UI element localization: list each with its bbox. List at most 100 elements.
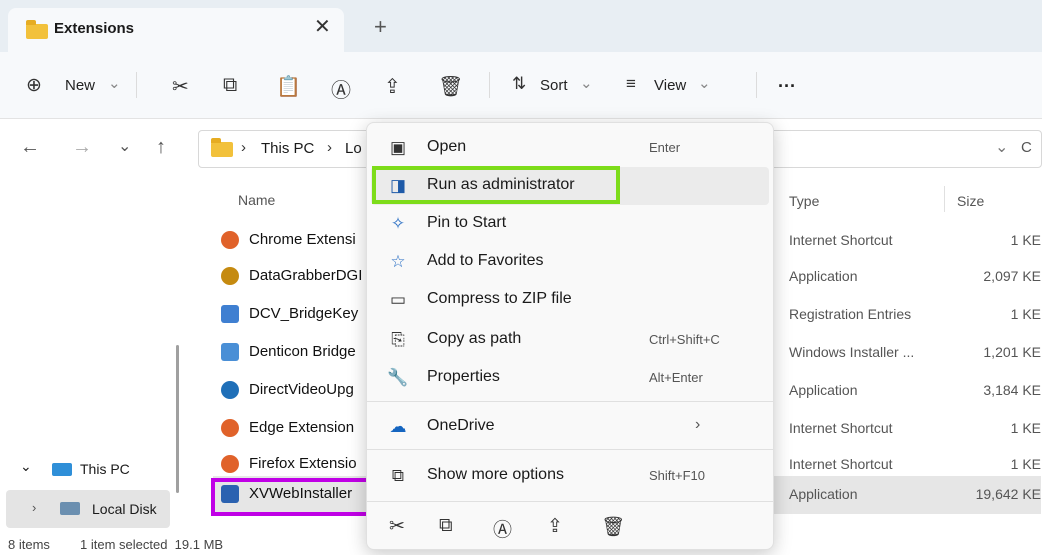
file-name: DirectVideoUpg: [249, 381, 354, 398]
sidebar-scrollbar[interactable]: [176, 345, 179, 493]
file-name: Firefox Extensio: [249, 455, 357, 472]
copy-icon[interactable]: ⧉: [439, 515, 453, 537]
address-dropdown-icon[interactable]: ⌄: [995, 137, 1008, 157]
chevron-right-icon[interactable]: ›: [32, 500, 36, 515]
toolbar-divider: [489, 72, 490, 98]
plus-circle-icon: ⊕: [26, 75, 42, 96]
file-type: Application: [789, 382, 858, 398]
file-size: 1 KE: [1010, 306, 1041, 322]
copy-icon[interactable]: ⧉: [223, 74, 237, 97]
menu-item-copy-as-path[interactable]: ⎘ Copy as path Ctrl+Shift+C: [371, 321, 769, 359]
file-type: Application: [789, 486, 858, 502]
breadcrumb-this-pc[interactable]: This PC: [261, 140, 314, 157]
cloud-icon: ☁: [389, 417, 407, 436]
up-arrow-icon[interactable]: ↑: [156, 136, 166, 159]
refresh-icon[interactable]: C: [1021, 139, 1032, 156]
chevron-down-icon: ⌄: [580, 75, 593, 92]
share-icon[interactable]: ⇪: [384, 74, 401, 99]
column-header-type[interactable]: Type: [789, 193, 819, 209]
menu-label: Properties: [427, 368, 500, 385]
menu-item-pin-to-start[interactable]: ✧ Pin to Start: [371, 205, 769, 243]
menu-item-properties[interactable]: 🔧 Properties Alt+Enter: [371, 359, 769, 397]
cut-icon[interactable]: ✂: [389, 515, 405, 538]
file-highlight-box: [211, 478, 370, 516]
file-size: 19,642 KE: [975, 486, 1041, 502]
menu-shortcut: Ctrl+Shift+C: [649, 332, 720, 347]
computer-icon: [52, 463, 72, 476]
chevron-down-icon[interactable]: ⌄: [20, 458, 32, 475]
menu-divider: [367, 449, 773, 450]
menu-item-show-more-options[interactable]: ⧉ Show more options Shift+F10: [371, 457, 769, 495]
path-separator: ›: [327, 139, 332, 156]
shortcut-icon: [221, 419, 239, 437]
share-icon[interactable]: ⇪: [547, 515, 563, 538]
column-header-size[interactable]: Size: [957, 193, 984, 209]
file-name: Denticon Bridge: [249, 343, 356, 360]
file-size: 3,184 KE: [983, 382, 1041, 398]
tab-title: Extensions: [54, 20, 135, 37]
menu-divider: [367, 501, 773, 502]
file-size: 1 KE: [1010, 456, 1041, 472]
new-tab-button[interactable]: +: [374, 14, 387, 40]
shortcut-icon: [221, 231, 239, 249]
sort-label: Sort: [540, 77, 568, 94]
shortcut-icon: [221, 455, 239, 473]
zip-folder-icon: ▭: [389, 290, 407, 309]
menu-label: Copy as path: [427, 330, 522, 347]
menu-item-compress-zip[interactable]: ▭ Compress to ZIP file: [371, 281, 769, 319]
drive-icon: [60, 502, 80, 515]
column-header-name[interactable]: Name: [238, 192, 275, 208]
breadcrumb-local-disk[interactable]: Lo: [345, 140, 362, 157]
chevron-down-icon: ⌄: [698, 75, 711, 92]
sidebar-item-local-disk[interactable]: › Local Disk: [6, 490, 170, 528]
sidebar-item-label: Local Disk: [92, 501, 157, 517]
sort-icon: ⇅: [512, 74, 527, 93]
sidebar-item-label: This PC: [80, 461, 130, 477]
menu-item-add-to-favorites[interactable]: ☆ Add to Favorites: [371, 243, 769, 281]
paste-icon[interactable]: 📋: [276, 74, 301, 99]
file-size: 1 KE: [1010, 420, 1041, 436]
submenu-arrow-icon: ›: [695, 416, 701, 433]
installer-icon: [221, 343, 239, 361]
file-size: 1 KE: [1010, 232, 1041, 248]
file-type: Internet Shortcut: [789, 420, 893, 436]
run-as-admin-highlight-box: [372, 166, 620, 204]
rename-icon[interactable]: Ⓐ: [493, 515, 512, 542]
menu-item-onedrive[interactable]: ☁ OneDrive ›: [371, 408, 769, 446]
menu-label: Add to Favorites: [427, 252, 544, 269]
file-name: DataGrabberDGI: [249, 267, 363, 284]
file-name: Chrome Extensi: [249, 231, 356, 248]
folder-icon: [26, 20, 48, 39]
rename-icon[interactable]: Ⓐ: [331, 74, 351, 103]
selection-info: 1 item selected 19.1 MB: [80, 537, 224, 552]
app-gear-icon: [221, 267, 239, 285]
recent-dropdown-icon[interactable]: ⌄: [118, 136, 131, 156]
file-type: Application: [789, 268, 858, 284]
item-count: 8 items: [8, 537, 50, 552]
more-options-button[interactable]: ···: [778, 76, 796, 97]
menu-shortcut: Alt+Enter: [649, 370, 703, 385]
menu-label: Compress to ZIP file: [427, 290, 572, 307]
file-size: 1,201 KE: [983, 344, 1041, 360]
app-gear-icon: [221, 381, 239, 399]
path-separator: ›: [241, 139, 246, 156]
wrench-icon: 🔧: [387, 368, 409, 387]
menu-shortcut: Shift+F10: [649, 468, 706, 483]
delete-icon[interactable]: 🗑: [601, 515, 625, 539]
more-options-icon: ⧉: [391, 466, 405, 485]
copy-path-icon: ⎘: [391, 330, 405, 349]
toolbar-divider: [756, 72, 757, 98]
cut-icon[interactable]: ✂: [172, 74, 189, 99]
menu-shortcut: Enter: [649, 140, 681, 155]
delete-icon[interactable]: 🗑: [438, 74, 463, 99]
star-icon: ☆: [390, 252, 406, 271]
back-arrow-icon[interactable]: ←: [20, 136, 40, 159]
close-tab-button[interactable]: ✕: [314, 14, 331, 39]
folder-icon: [211, 138, 233, 157]
file-name: Edge Extension: [249, 419, 355, 436]
sidebar-item-this-pc[interactable]: ⌄ This PC: [0, 450, 170, 488]
chevron-down-icon: ⌄: [108, 75, 121, 92]
forward-arrow-icon[interactable]: →: [72, 136, 92, 159]
menu-item-open[interactable]: ▣ Open Enter: [371, 129, 769, 167]
toolbar-divider: [136, 72, 137, 98]
